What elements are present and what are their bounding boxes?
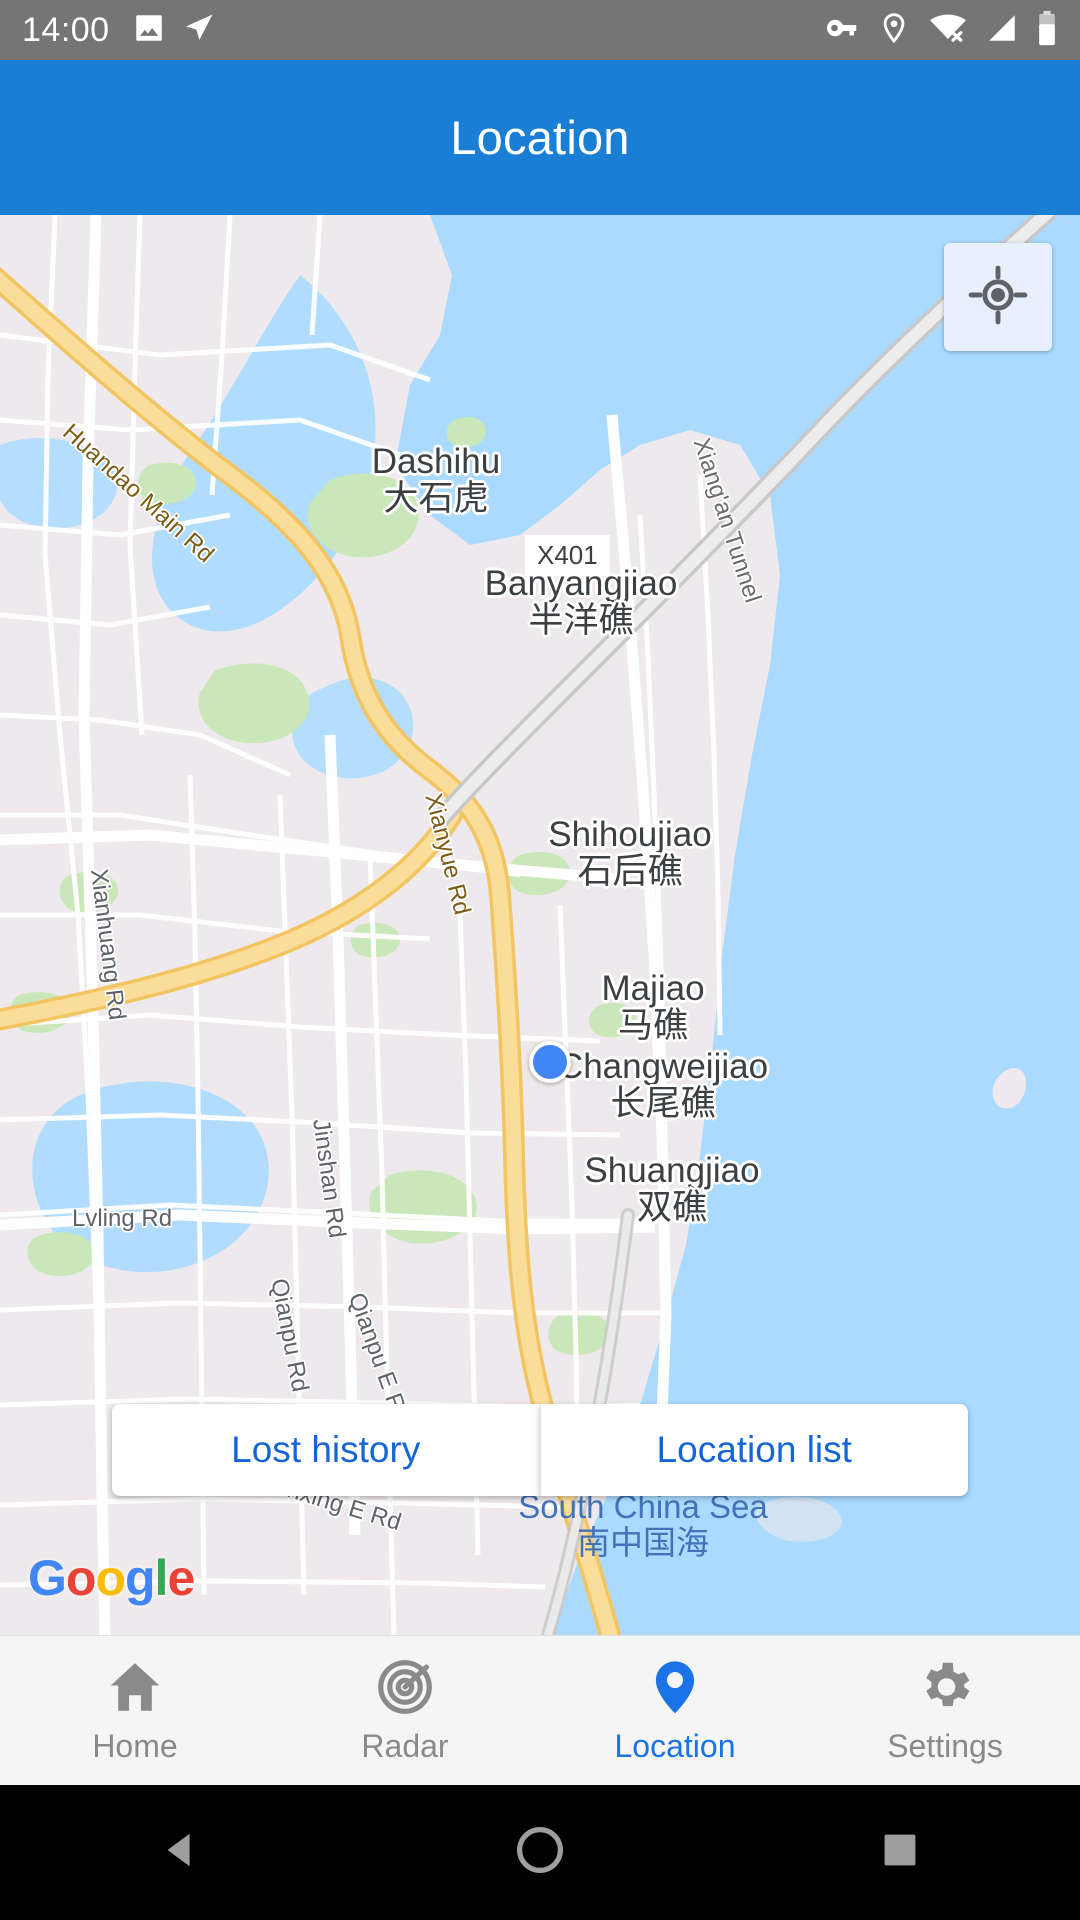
- google-letter-e: e: [167, 1550, 195, 1606]
- back-button[interactable]: [80, 1785, 280, 1920]
- tab-location[interactable]: Location: [540, 1636, 810, 1785]
- bottom-tab-bar: Home Radar Location Settings: [0, 1635, 1080, 1785]
- my-location-button[interactable]: [944, 243, 1052, 351]
- radar-icon: [374, 1656, 436, 1718]
- tab-label-radar: Radar: [361, 1728, 449, 1764]
- home-icon: [104, 1656, 166, 1718]
- battery-icon: [1036, 10, 1058, 51]
- gear-icon: [914, 1656, 976, 1718]
- circle-home-icon: [514, 1824, 566, 1881]
- page-title: Location: [450, 111, 630, 164]
- recents-button[interactable]: [800, 1785, 1000, 1920]
- lost-history-button[interactable]: Lost history: [112, 1404, 540, 1496]
- google-letter-o1: o: [65, 1550, 97, 1606]
- cellular-signal-icon: [985, 11, 1019, 50]
- android-navigation-bar: [0, 1785, 1080, 1920]
- square-recents-icon: [878, 1828, 922, 1877]
- status-bar: 14:00: [0, 0, 1080, 60]
- route-shield-x401: X401: [525, 535, 610, 576]
- tab-label-settings: Settings: [887, 1728, 1003, 1764]
- location-pin-icon: [877, 11, 911, 50]
- phone-screen: 14:00 Location Dashihu 大石虎 Banyangjiao 半…: [0, 0, 1080, 1920]
- tab-label-home: Home: [92, 1728, 178, 1764]
- google-letter-l: l: [154, 1550, 169, 1606]
- wifi-off-icon: [928, 11, 968, 50]
- image-icon: [132, 11, 166, 50]
- tab-home[interactable]: Home: [0, 1636, 270, 1785]
- status-bar-clock: 14:00: [22, 10, 110, 49]
- tab-settings[interactable]: Settings: [810, 1636, 1080, 1785]
- tab-radar[interactable]: Radar: [270, 1636, 540, 1785]
- pin-icon: [644, 1656, 706, 1718]
- status-bar-right-icons: [824, 10, 1058, 51]
- vpn-key-icon: [824, 10, 860, 51]
- home-button[interactable]: [440, 1785, 640, 1920]
- triangle-back-icon: [157, 1827, 203, 1878]
- navigation-arrow-icon: [182, 11, 216, 50]
- status-bar-left-icons: [132, 11, 216, 50]
- tab-label-location: Location: [614, 1728, 736, 1764]
- google-letter-o2: o: [95, 1550, 126, 1606]
- google-letter-g2: g: [125, 1550, 156, 1606]
- app-bar: Location: [0, 60, 1080, 215]
- current-location-dot: [529, 1041, 571, 1083]
- google-letter-g: G: [28, 1550, 67, 1606]
- map-action-bar: Lost history Location list: [112, 1404, 968, 1496]
- my-location-crosshair-icon: [967, 264, 1029, 331]
- location-list-button[interactable]: Location list: [539, 1404, 968, 1496]
- google-attribution-logo: Google: [28, 1549, 195, 1607]
